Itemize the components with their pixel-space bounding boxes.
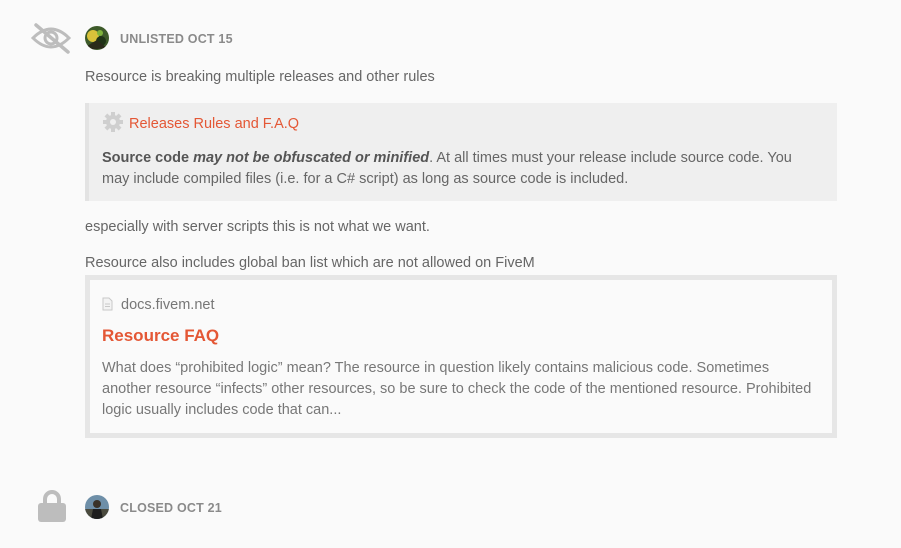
avatar[interactable]: [85, 26, 109, 50]
onebox-description: What does “prohibited logic” mean? The r…: [102, 360, 812, 418]
post-line-3: Resource also includes global ban list w…: [85, 255, 535, 271]
lock-icon: [37, 489, 67, 528]
quote-body: Source code may not be obfuscated or min…: [102, 148, 822, 190]
quote-block: Releases Rules and F.A.Q Source code may…: [85, 103, 837, 201]
onebox-source-label: docs.fivem.net: [121, 297, 215, 313]
quote-bold: Source code: [102, 150, 194, 166]
gear-icon: [102, 111, 124, 138]
quote-bold-italic: may not be obfuscated or minified: [193, 150, 430, 166]
avatar[interactable]: [85, 495, 109, 519]
document-icon: [102, 297, 113, 315]
post-intro: Resource is breaking multiple releases a…: [85, 69, 435, 85]
quote-title-link[interactable]: Releases Rules and F.A.Q: [129, 116, 299, 132]
link-preview[interactable]: docs.fivem.net Resource FAQ What does “p…: [85, 275, 837, 438]
onebox-title-link[interactable]: Resource FAQ: [102, 326, 219, 346]
onebox-source[interactable]: docs.fivem.net: [102, 297, 215, 315]
post-line-2: especially with server scripts this is n…: [85, 219, 430, 235]
event-label-unlisted: UNLISTED OCT 15: [120, 32, 233, 46]
event-label-closed: CLOSED OCT 21: [120, 501, 222, 515]
eye-slash-icon: [30, 22, 72, 59]
